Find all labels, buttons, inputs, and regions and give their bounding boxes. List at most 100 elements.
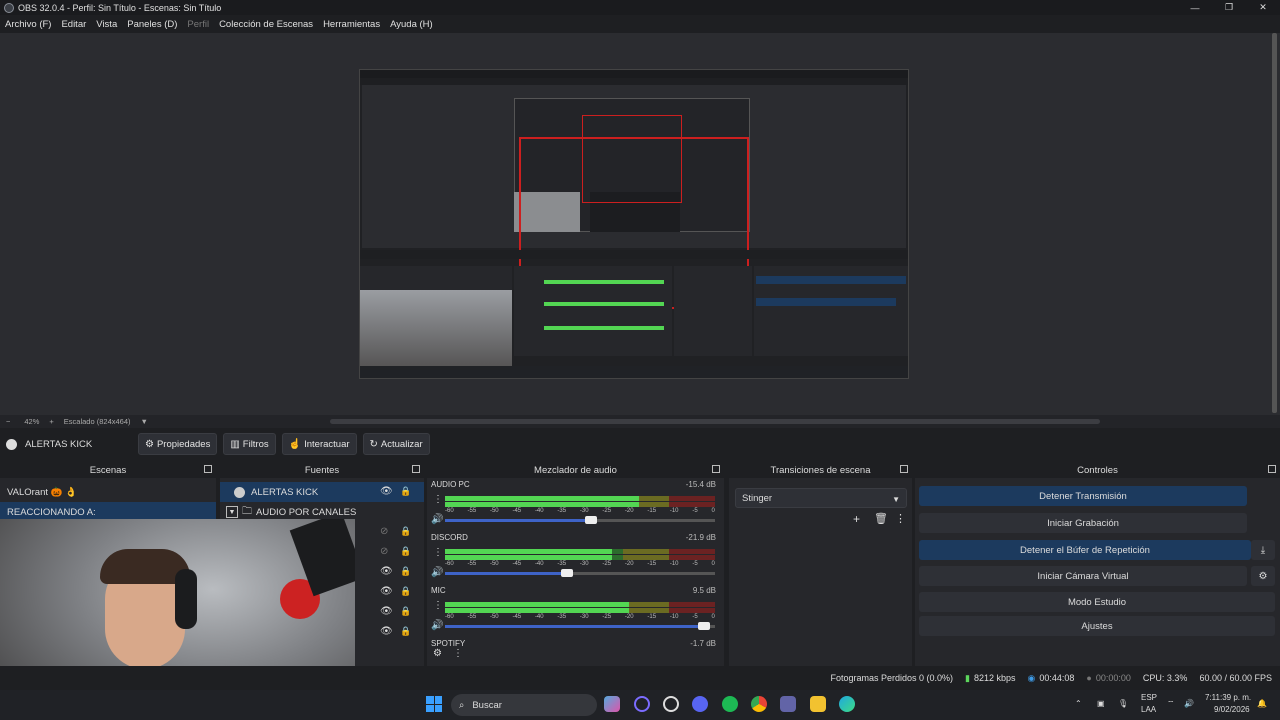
- add-transition-icon[interactable]: +: [853, 512, 860, 526]
- obs-taskbar-icon[interactable]: [634, 696, 650, 712]
- interact-button[interactable]: ☝ Interactuar: [281, 433, 357, 455]
- preview-area[interactable]: [0, 33, 1280, 415]
- visibility-eye-icon[interactable]: 👁: [380, 626, 393, 637]
- filters-button[interactable]: ▥ Filtros: [223, 433, 276, 455]
- undock-icon[interactable]: [712, 465, 720, 473]
- lock-icon[interactable]: 🔒: [400, 626, 411, 637]
- edge-icon[interactable]: [839, 696, 855, 712]
- speaker-icon[interactable]: 🔊: [431, 620, 443, 631]
- collapse-icon[interactable]: ▼: [226, 506, 238, 518]
- language-indicator[interactable]: ESP: [1141, 693, 1157, 702]
- windows-start-icon[interactable]: [426, 696, 442, 712]
- copilot-icon[interactable]: [604, 696, 620, 712]
- lock-icon[interactable]: 🔒: [400, 566, 411, 577]
- chrome-icon[interactable]: [751, 696, 767, 712]
- track-menu-icon[interactable]: ⋮: [433, 547, 443, 558]
- preview-vertical-scrollbar[interactable]: [1271, 33, 1278, 415]
- tray-chevron-icon[interactable]: ⌃: [1075, 699, 1082, 708]
- virtual-camera-settings-icon[interactable]: ⚙: [1251, 566, 1275, 586]
- preview-canvas[interactable]: [359, 69, 909, 379]
- volume-knob[interactable]: [560, 569, 573, 577]
- track-menu-icon[interactable]: ⋮: [433, 494, 443, 505]
- lock-icon[interactable]: 🔒: [400, 486, 411, 497]
- lock-icon[interactable]: 🔒: [400, 526, 411, 537]
- spotify-icon[interactable]: [722, 696, 738, 712]
- meter-tick-label: -35: [557, 508, 567, 514]
- undock-icon[interactable]: [900, 465, 908, 473]
- speaker-icon[interactable]: 🔊: [431, 514, 443, 525]
- settings-button[interactable]: Ajustes: [919, 616, 1275, 636]
- minimize-button[interactable]: —: [1178, 0, 1212, 15]
- volume-slider[interactable]: [445, 622, 715, 630]
- zoom-out-button[interactable]: −: [6, 417, 10, 426]
- hidden-eye-icon[interactable]: ⊘: [380, 526, 388, 537]
- teams-icon[interactable]: [780, 696, 796, 712]
- transition-select[interactable]: Stinger ▼: [735, 488, 907, 508]
- meter-tick-label: -35: [557, 614, 567, 620]
- source-item-alertas[interactable]: ALERTAS KICK 👁 🔒: [220, 482, 424, 502]
- studio-mode-button[interactable]: Modo Estudio: [919, 592, 1275, 612]
- stop-replay-buffer-button[interactable]: Detener el Búfer de Repetición: [919, 540, 1251, 560]
- visibility-eye-icon[interactable]: 👁: [380, 566, 393, 577]
- meter-tick-label: -30: [579, 614, 589, 620]
- save-replay-icon[interactable]: ⤓: [1251, 540, 1275, 560]
- volume-knob[interactable]: [698, 622, 711, 630]
- file-explorer-icon[interactable]: [810, 696, 826, 712]
- mixer-settings-icon[interactable]: ⚙: [433, 648, 442, 659]
- lock-icon[interactable]: 🔒: [400, 546, 411, 557]
- track-name: AUDIO PC: [431, 480, 470, 489]
- transition-menu-icon[interactable]: ⋮: [895, 512, 906, 525]
- clock-time[interactable]: 7:11:39 p. m.: [1205, 693, 1251, 702]
- discord-icon[interactable]: [692, 696, 708, 712]
- notification-bell-icon[interactable]: 🔔: [1257, 699, 1267, 708]
- window-title: OBS 32.0.4 - Perfil: Sin Título - Escena…: [18, 2, 222, 13]
- scene-item[interactable]: VALOrant 🎃 👌: [0, 482, 216, 502]
- maximize-button[interactable]: ❐: [1212, 0, 1246, 15]
- obs-logo-icon: [4, 2, 14, 13]
- volume-slider[interactable]: [445, 516, 715, 524]
- wifi-icon[interactable]: ⌔: [1167, 699, 1175, 709]
- obs-active-icon[interactable]: [663, 696, 679, 712]
- volume-slider[interactable]: [445, 569, 715, 577]
- start-virtual-camera-button[interactable]: Iniciar Cámara Virtual: [919, 566, 1247, 586]
- lock-icon[interactable]: 🔒: [400, 606, 411, 617]
- stop-streaming-button[interactable]: Detener Transmisión: [919, 486, 1247, 506]
- microphone-icon[interactable]: 🎙: [1118, 699, 1128, 708]
- trash-icon[interactable]: 🗑: [874, 512, 888, 525]
- menu-view[interactable]: Vista: [96, 19, 117, 30]
- meter-tick-label: -35: [557, 561, 567, 567]
- stream-time: 00:44:08: [1039, 673, 1075, 683]
- tray-app-icon[interactable]: ▣: [1097, 699, 1105, 708]
- start-recording-button[interactable]: Iniciar Grabación: [919, 513, 1247, 533]
- undock-icon[interactable]: [1268, 465, 1276, 473]
- properties-label: Propiedades: [156, 438, 211, 450]
- scene-label: VALOrant 🎃 👌: [7, 486, 77, 498]
- taskbar-search[interactable]: ⌕ Buscar: [451, 694, 597, 716]
- properties-button[interactable]: ⚙ Propiedades: [138, 433, 218, 455]
- track-menu-icon[interactable]: ⋮: [433, 600, 443, 611]
- visibility-eye-icon[interactable]: 👁: [380, 606, 393, 617]
- menu-file[interactable]: Archivo (F): [5, 19, 51, 30]
- zoom-in-button[interactable]: +: [49, 417, 53, 426]
- menu-scene-collection[interactable]: Colección de Escenas: [219, 19, 313, 30]
- volume-knob[interactable]: [584, 516, 597, 524]
- meter-tick-label: 0: [711, 561, 715, 567]
- preview-horizontal-scrollbar[interactable]: [330, 419, 1100, 424]
- menu-tools[interactable]: Herramientas: [323, 19, 380, 30]
- menu-help[interactable]: Ayuda (H): [390, 19, 433, 30]
- hidden-eye-icon[interactable]: ⊘: [380, 546, 388, 557]
- undock-icon[interactable]: [204, 465, 212, 473]
- lock-icon[interactable]: 🔒: [400, 586, 411, 597]
- visibility-eye-icon[interactable]: 👁: [380, 586, 393, 597]
- volume-icon[interactable]: 🔊: [1184, 699, 1194, 708]
- undock-icon[interactable]: [412, 465, 420, 473]
- menu-edit[interactable]: Editar: [61, 19, 86, 30]
- mixer-menu-icon[interactable]: ⋮: [453, 648, 463, 659]
- scale-dropdown-icon[interactable]: ▼: [141, 417, 148, 426]
- visibility-eye-icon[interactable]: 👁: [380, 486, 393, 497]
- chevron-down-icon: ▼: [892, 495, 900, 504]
- speaker-icon[interactable]: 🔊: [431, 567, 443, 578]
- close-button[interactable]: ✕: [1246, 0, 1280, 15]
- menu-docks[interactable]: Paneles (D): [127, 19, 177, 30]
- refresh-button[interactable]: ↻ Actualizar: [362, 433, 430, 455]
